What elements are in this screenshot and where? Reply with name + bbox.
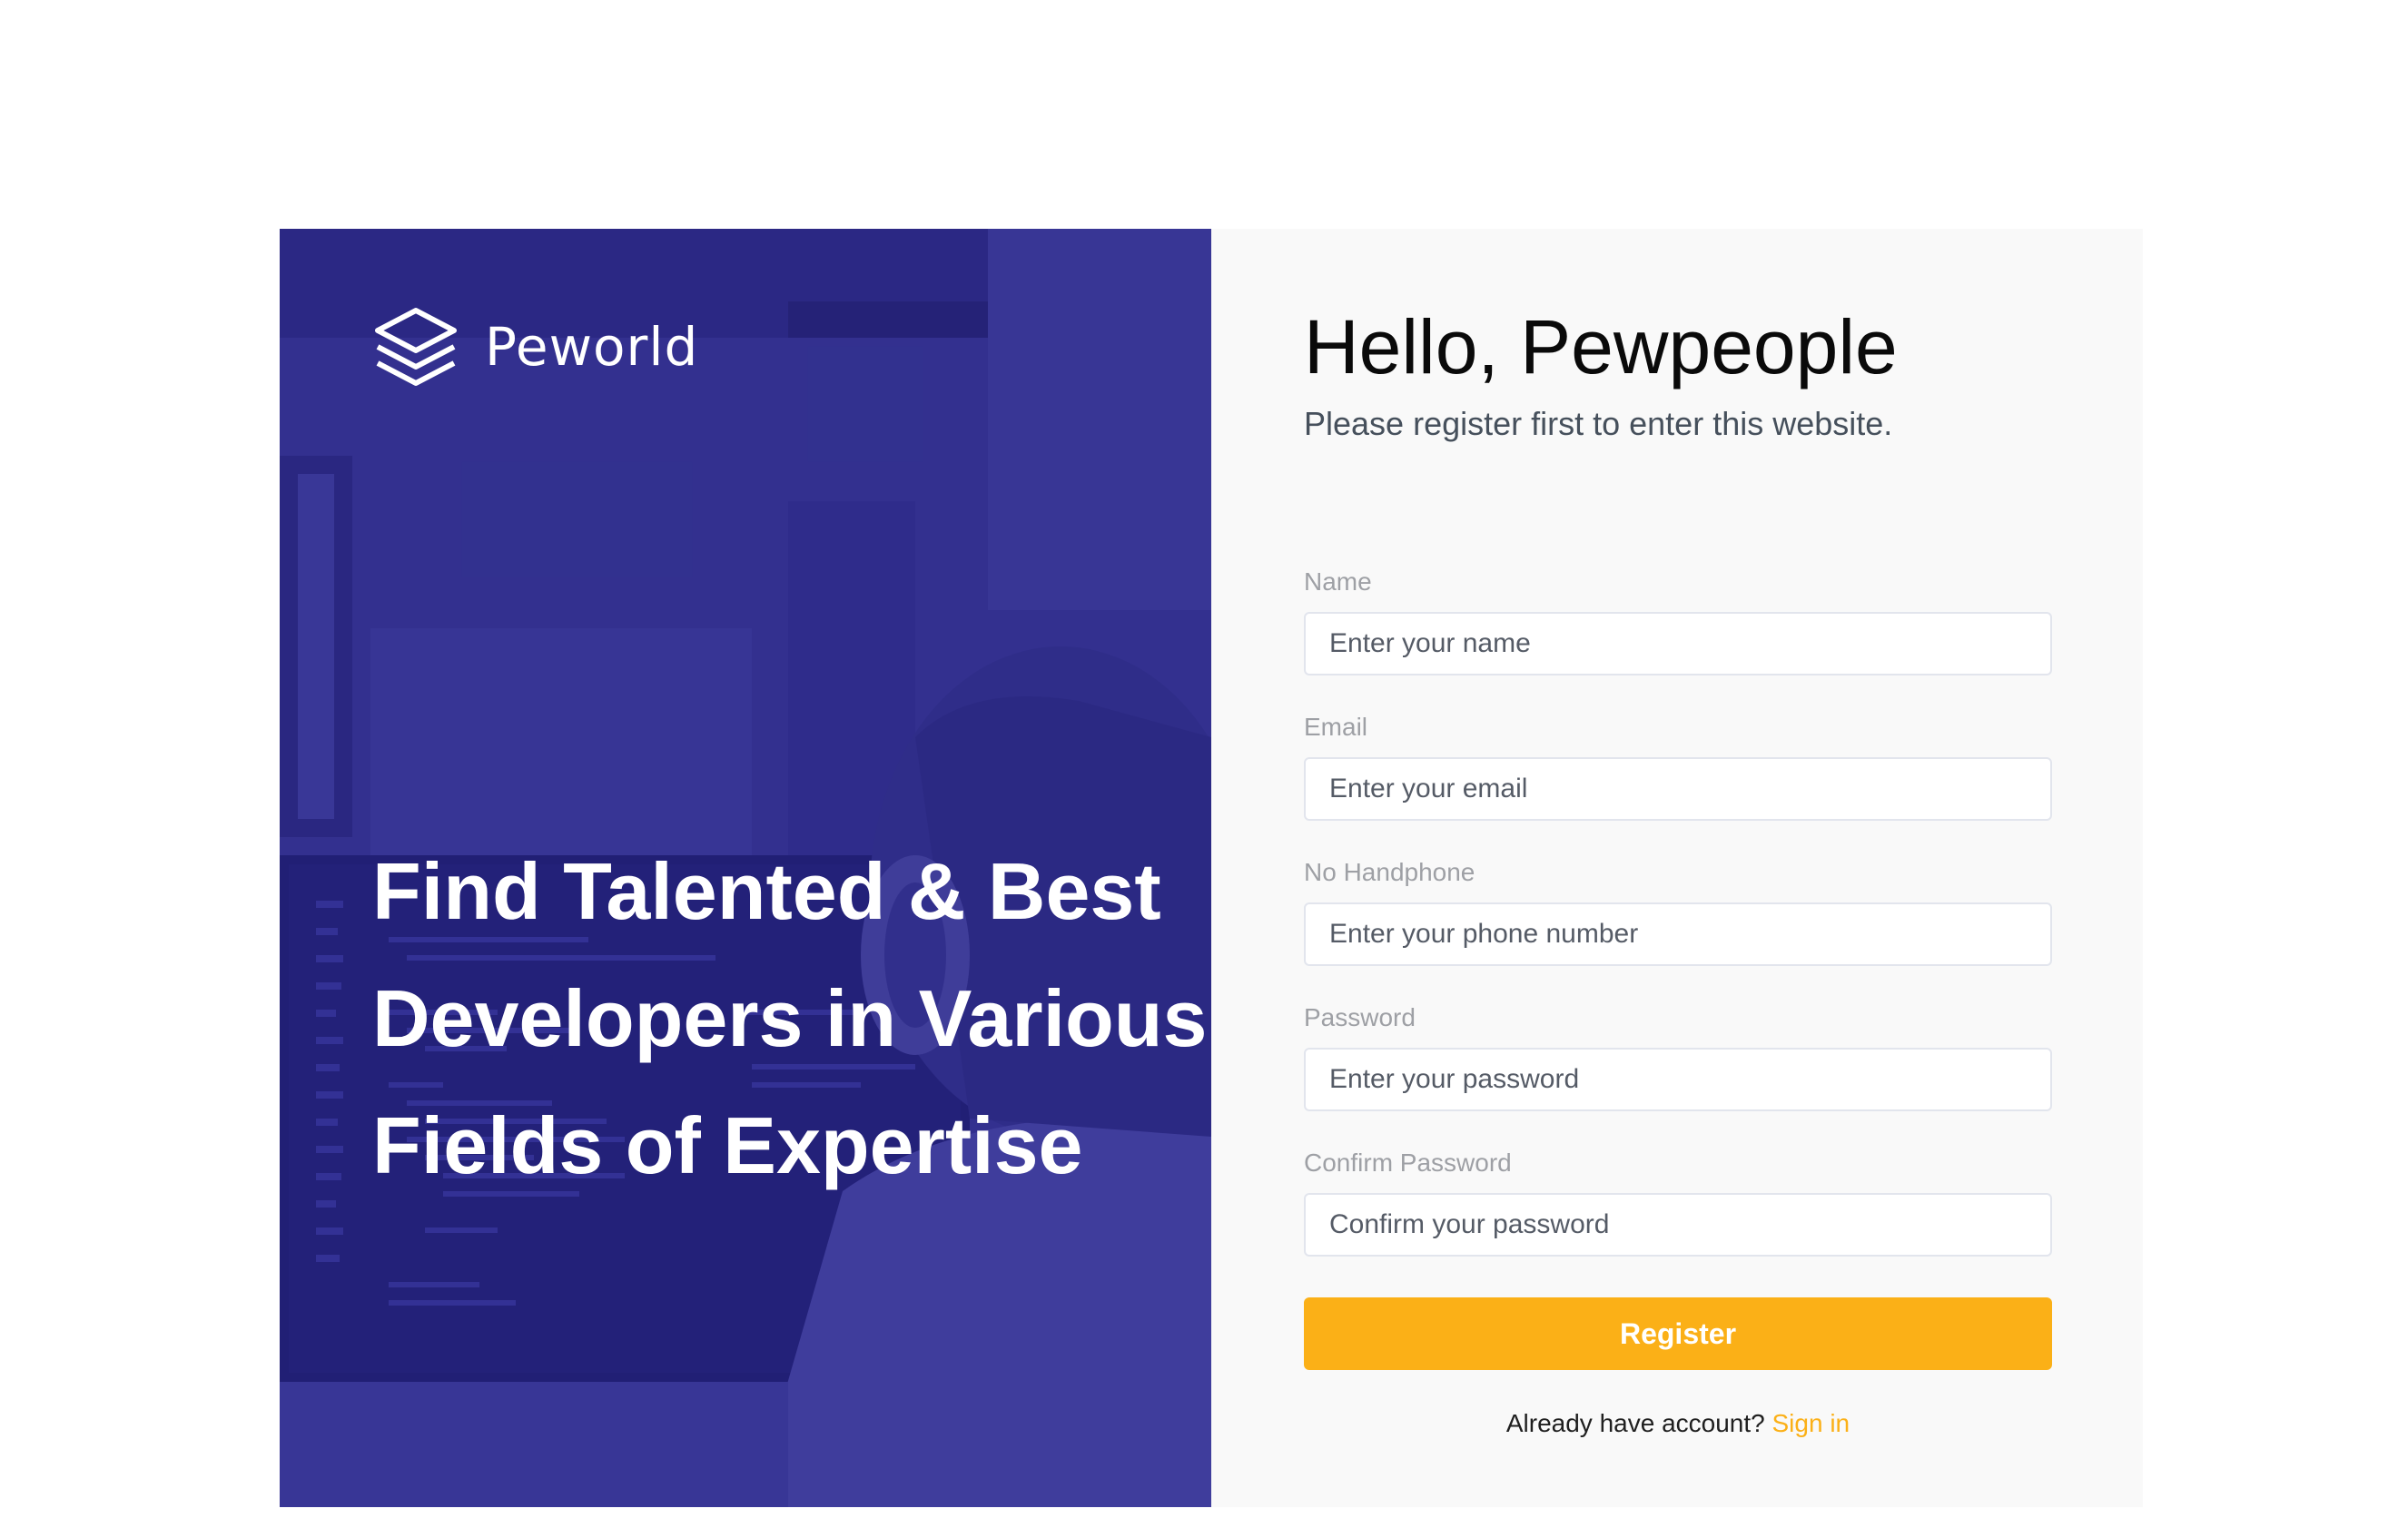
hero-headline: Find Talented & Best Developers in Vario… — [372, 846, 1208, 1190]
phone-label: No Handphone — [1304, 858, 1475, 886]
brand[interactable]: Peworld — [372, 303, 698, 390]
signin-prompt-text: Already have account? — [1505, 1409, 1765, 1437]
page-subtitle: Please register first to enter this webs… — [1304, 405, 1893, 442]
email-input[interactable] — [1304, 757, 2052, 821]
hero-panel: Peworld Find Talented & Best Developers … — [280, 229, 1211, 1507]
email-field-group: Email — [1304, 712, 2052, 857]
confirm-password-field-group: Confirm Password — [1304, 1148, 2052, 1293]
page-title: Hello, Pewpeople — [1304, 304, 1898, 389]
confirm-password-label: Confirm Password — [1304, 1149, 1512, 1177]
email-label: Email — [1304, 713, 1368, 741]
name-label: Name — [1304, 567, 1372, 596]
signin-link[interactable]: Sign in — [1772, 1409, 1850, 1437]
stacked-layers-icon — [372, 303, 459, 390]
phone-field-group: No Handphone — [1304, 857, 2052, 1002]
register-form: Name Email No Handphone Password Confirm… — [1304, 567, 2052, 1293]
password-input[interactable] — [1304, 1048, 2052, 1111]
brand-name: Peworld — [485, 316, 699, 378]
register-button[interactable]: Register — [1304, 1297, 2052, 1370]
name-field-group: Name — [1304, 567, 2052, 712]
password-label: Password — [1304, 1003, 1416, 1031]
phone-input[interactable] — [1304, 902, 2052, 966]
confirm-password-input[interactable] — [1304, 1193, 2052, 1257]
register-card: Peworld Find Talented & Best Developers … — [280, 229, 2143, 1507]
password-field-group: Password — [1304, 1002, 2052, 1148]
name-input[interactable] — [1304, 612, 2052, 675]
signin-prompt-row: Already have account? Sign in — [1304, 1409, 2052, 1438]
register-form-panel: Hello, Pewpeople Please register first t… — [1211, 229, 2143, 1507]
